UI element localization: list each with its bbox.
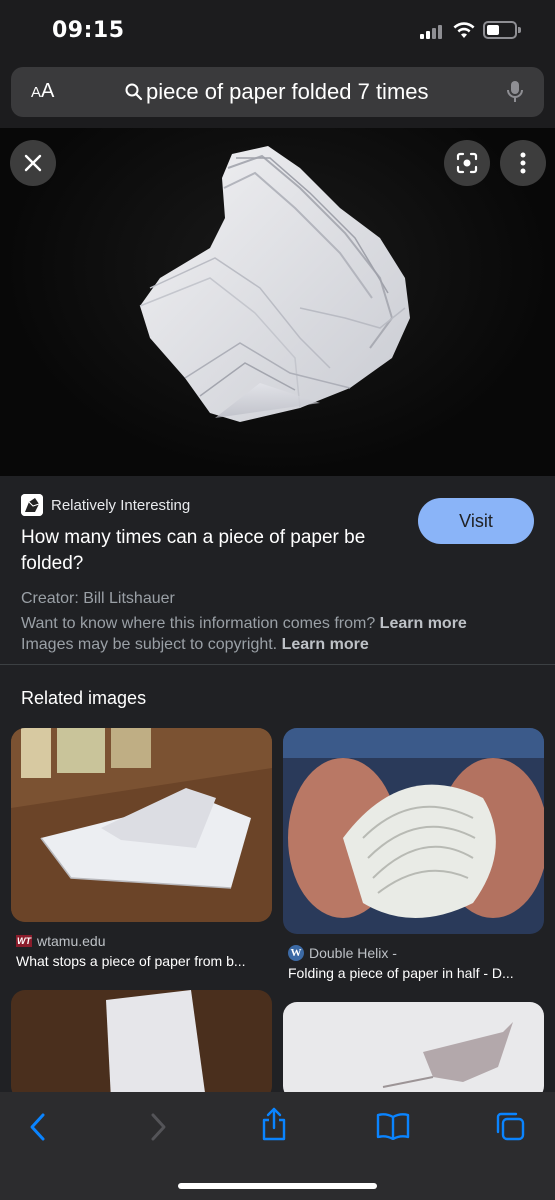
related-source-1[interactable]: WT wtamu.edu [16,933,105,949]
chevron-left-icon[interactable] [28,1110,48,1144]
visit-button[interactable]: Visit [418,498,534,544]
copyright-notice: Images may be subject to copyright. Lear… [21,636,369,653]
reader-settings-button[interactable]: AA [31,80,54,103]
lens-icon [456,152,478,174]
learn-more-link[interactable]: Learn more [380,615,467,632]
main-image[interactable] [0,128,555,476]
microphone-icon[interactable] [507,80,523,104]
more-vert-icon [520,152,526,174]
battery-icon [483,21,521,39]
browser-url-area: AA piece of paper folded 7 times [0,62,555,128]
related-image-1[interactable] [11,728,272,922]
chevron-right-icon[interactable] [148,1110,168,1144]
related-title-2[interactable]: Folding a piece of paper in half - D... [288,965,544,981]
result-source[interactable]: Relatively Interesting [21,494,190,516]
source-name: Relatively Interesting [51,496,191,514]
wordpress-logo-icon: W [288,945,304,961]
search-icon [125,83,143,101]
address-bar[interactable]: AA piece of paper folded 7 times [11,67,544,117]
close-button[interactable] [10,140,56,186]
status-bar: 09:15 [0,0,555,62]
home-indicator[interactable] [178,1183,377,1189]
related-images-heading: Related images [21,688,147,708]
lens-button[interactable] [444,140,490,186]
info-source-notice: Want to know where this information come… [21,615,467,632]
divider [0,664,555,665]
learn-more-link[interactable]: Learn more [282,636,369,653]
related-image-2[interactable] [283,728,544,934]
close-icon [24,154,42,172]
wifi-icon [453,22,475,38]
result-headline[interactable]: How many times can a piece of paper be f… [21,525,401,577]
search-query-text[interactable]: piece of paper folded 7 times [146,79,429,105]
related-title-1[interactable]: What stops a piece of paper from b... [16,953,272,969]
cellular-signal-icon [420,23,444,39]
related-source-2[interactable]: W Double Helix - [288,945,397,961]
book-icon[interactable] [376,1112,410,1140]
tabs-icon[interactable] [494,1110,526,1142]
related-image-3[interactable] [11,990,272,1100]
share-icon[interactable] [259,1106,289,1142]
source-logo-icon [21,494,43,516]
creator-text: Creator: Bill Litshauer [21,590,175,607]
status-time: 09:15 [52,18,125,43]
wtamu-logo-icon: WT [16,935,32,947]
related-image-4[interactable] [283,1002,544,1100]
more-options-button[interactable] [500,140,546,186]
